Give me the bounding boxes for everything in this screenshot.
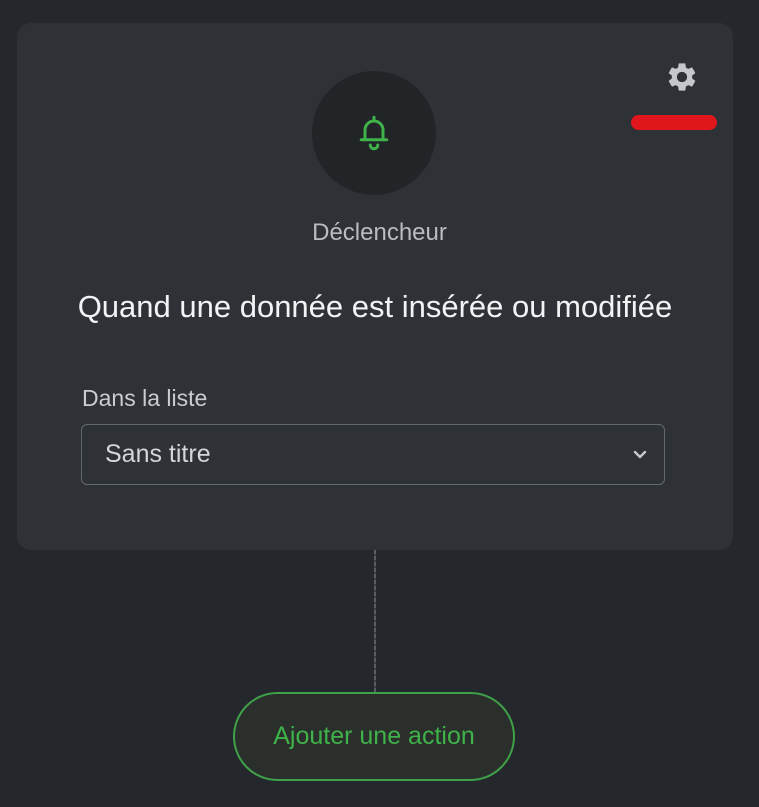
list-select-value: Sans titre (105, 440, 211, 468)
list-select[interactable]: Sans titre (81, 424, 665, 485)
bell-icon (359, 115, 389, 151)
trigger-type-label: Déclencheur (312, 219, 447, 246)
list-field-label: Dans la liste (82, 385, 208, 411)
trigger-title: Quand une donnée est insérée ou modifiée (77, 289, 673, 324)
gear-icon[interactable] (663, 58, 701, 96)
trigger-icon-badge (312, 71, 436, 195)
add-action-button[interactable]: Ajouter une action (233, 692, 515, 781)
chevron-down-icon (633, 450, 647, 459)
highlight-underline (631, 115, 717, 130)
flow-connector (374, 550, 376, 693)
